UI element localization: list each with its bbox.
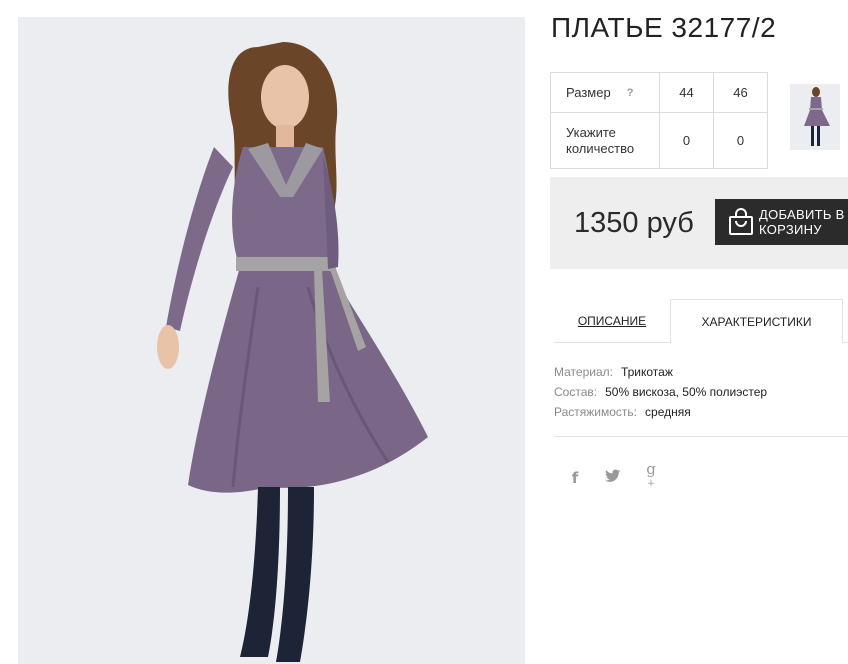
tab-border-filler [843,299,848,343]
product-main-image[interactable] [18,17,525,664]
attribute-row: Растяжимость: средняя [554,402,767,422]
google-plus-icon[interactable]: g+ [642,460,660,496]
facebook-icon[interactable]: f [566,469,584,487]
size-label-cell: Размер ? [550,72,660,113]
twitter-icon[interactable] [604,469,622,487]
add-to-cart-label: ДОБАВИТЬ В КОРЗИНУ [759,207,845,237]
add-to-cart-button[interactable]: ДОБАВИТЬ В КОРЗИНУ [715,199,848,245]
attribute-key: Материал: [554,365,613,379]
google-plus-sup: + [647,479,655,489]
quantity-label: Укажите количество [566,124,635,156]
model-in-dress-illustration [18,17,525,664]
attribute-key: Состав: [554,385,598,399]
quantity-label-cell: Укажите количество [550,112,660,169]
product-price: 1350 руб [574,207,694,239]
social-share: f g+ [566,460,660,496]
quantity-input-44[interactable]: 0 [659,112,714,169]
size-option-44: 44 [659,72,714,113]
product-title: ПЛАТЬЕ 32177/2 [551,12,777,43]
attribute-value: средняя [645,405,691,419]
attribute-value: 50% вискоза, 50% полиэстер [605,385,768,399]
attribute-key: Растяжимость: [554,405,638,419]
size-option-46: 46 [713,72,768,113]
price-box: 1350 руб ДОБАВИТЬ В КОРЗИНУ [550,177,848,269]
size-help-icon[interactable]: ? [627,87,634,99]
thumbnail-model-illustration [790,84,840,150]
attribute-row: Материал: Трикотаж [554,362,767,382]
quantity-input-46[interactable]: 0 [713,112,768,169]
size-quantity-table: Размер ? 44 46 Укажите количество 0 0 [550,72,768,169]
tab-characteristics[interactable]: ХАРАКТЕРИСТИКИ [670,299,843,344]
google-plus-letter: g [646,460,656,478]
attribute-value: Трикотаж [620,365,673,379]
product-thumbnail[interactable] [790,84,840,150]
section-divider [554,436,848,437]
size-label: Размер [566,85,611,100]
product-tabs: ОПИСАНИЕ ХАРАКТЕРИСТИКИ [554,299,848,344]
tab-description[interactable]: ОПИСАНИЕ [554,299,670,343]
shopping-bag-icon [727,207,755,240]
attribute-row: Состав: 50% вискоза, 50% полиэстер [554,382,767,402]
characteristics-list: Материал: Трикотаж Состав: 50% вискоза, 50… [554,362,767,422]
